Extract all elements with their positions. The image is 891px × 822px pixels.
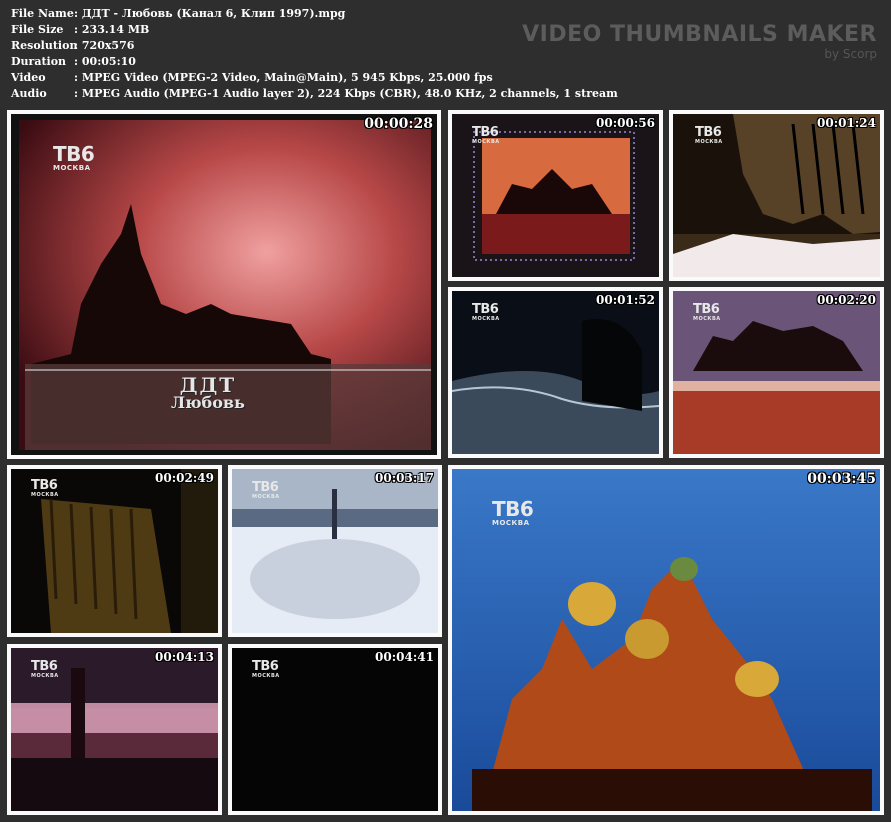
thumbnail-image: ТВ6 МОСКВА 00:01:52 xyxy=(452,291,659,454)
logo-main: ТВ6 xyxy=(472,302,499,317)
brand-watermark: VIDEO THUMBNAILS MAKER by Scorp xyxy=(522,22,877,61)
tv6-logo: ТВ6 МОСКВА xyxy=(31,660,59,679)
thumbnail-image: ТВ6 МОСКВА 00:03:45 xyxy=(452,469,880,811)
info-label: File Name xyxy=(11,7,74,20)
thumbnail-image: ТВ6 МОСКВА 00:04:13 xyxy=(11,648,218,811)
timestamp: 00:00:56 xyxy=(596,116,655,130)
thumbnail-image: ТВ6 МОСКВА 00:00:56 xyxy=(452,114,659,277)
thumbnail-image: ТВ6 МОСКВА 00:02:49 xyxy=(11,469,218,633)
logo-main: ТВ6 xyxy=(492,497,534,521)
logo-main: ТВ6 xyxy=(693,302,720,317)
tv6-logo: ТВ6 МОСКВА xyxy=(472,126,500,145)
timestamp: 00:01:24 xyxy=(817,116,876,130)
brand-subtitle: by Scorp xyxy=(824,47,877,61)
logo-main: ТВ6 xyxy=(31,659,58,674)
tv6-logo: ТВ6 МОСКВА xyxy=(31,479,59,498)
logo-sub: МОСКВА xyxy=(31,673,59,679)
info-label: File Size xyxy=(11,23,64,36)
logo-main: ТВ6 xyxy=(252,659,279,674)
thumbnail-image: ТВ6 МОСКВА 00:04:41 xyxy=(232,648,438,811)
info-value: ДДТ - Любовь (Канал 6, Клип 1997).mpg xyxy=(74,6,345,22)
info-label: Duration xyxy=(11,55,67,68)
timestamp: 00:04:41 xyxy=(375,650,434,664)
tv6-logo: ТВ6 МОСКВА xyxy=(53,142,95,172)
logo-sub: МОСКВА xyxy=(695,139,723,145)
info-label: Resolution xyxy=(11,39,78,52)
info-label: Audio xyxy=(11,87,47,100)
tv6-logo: ТВ6 МОСКВА xyxy=(695,126,723,145)
info-value: 00:05:10 xyxy=(74,54,136,70)
logo-sub: МОСКВА xyxy=(472,316,500,322)
thumbnail-image: ТВ6 МОСКВА 00:03:17 xyxy=(232,469,438,633)
tv6-logo: ТВ6 МОСКВА xyxy=(252,660,280,679)
logo-sub: МОСКВА xyxy=(53,164,91,172)
timestamp: 00:02:20 xyxy=(817,293,876,307)
logo-sub: МОСКВА xyxy=(252,673,280,679)
logo-main: ТВ6 xyxy=(472,125,499,140)
timestamp: 00:00:28 xyxy=(364,116,433,132)
thumbnail-6[interactable]: ТВ6 МОСКВА 00:02:49 xyxy=(7,465,222,637)
tv6-logo: ТВ6 МОСКВА xyxy=(492,497,534,527)
timestamp: 00:02:49 xyxy=(155,471,214,485)
thumbnail-9[interactable]: ТВ6 МОСКВА 00:04:13 xyxy=(7,644,222,815)
logo-sub: МОСКВА xyxy=(31,492,59,498)
brand-title: VIDEO THUMBNAILS MAKER xyxy=(522,22,877,47)
tv6-logo: ТВ6 МОСКВА xyxy=(693,303,721,322)
timestamp: 00:03:45 xyxy=(807,471,876,487)
logo-main: ТВ6 xyxy=(695,125,722,140)
logo-main: ТВ6 xyxy=(252,480,279,495)
timestamp: 00:03:17 xyxy=(375,471,434,485)
info-value: MPEG Video (MPEG-2 Video, Main@Main), 5 … xyxy=(74,70,493,86)
info-row-audio: Audio MPEG Audio (MPEG-1 Audio layer 2), … xyxy=(11,86,618,102)
timestamp: 00:01:52 xyxy=(596,293,655,307)
info-value: 233.14 MB xyxy=(74,22,149,38)
thumbnail-image: ТВ6 МОСКВА ДДТ Любовь 00:00:28 xyxy=(11,114,437,455)
caption-artist: ДДТ xyxy=(179,373,237,397)
thumbnail-3[interactable]: ТВ6 МОСКВА 00:01:24 xyxy=(669,110,884,281)
thumbnail-5[interactable]: ТВ6 МОСКВА 00:02:20 xyxy=(669,287,884,458)
caption-song: Любовь xyxy=(171,393,245,412)
logo-sub: МОСКВА xyxy=(252,494,280,500)
thumbnail-image: ТВ6 МОСКВА 00:01:24 xyxy=(673,114,880,277)
thumbnail-4[interactable]: ТВ6 МОСКВА 00:01:52 xyxy=(448,287,663,458)
info-label: Video xyxy=(11,71,46,84)
info-value: MPEG Audio (MPEG-1 Audio layer 2), 224 K… xyxy=(74,86,618,102)
info-value: 720x576 xyxy=(74,38,134,54)
thumbnail-7[interactable]: ТВ6 МОСКВА 00:03:17 xyxy=(228,465,442,637)
thumbnail-8[interactable]: ТВ6 МОСКВА 00:03:45 xyxy=(448,465,884,815)
tv6-logo: ТВ6 МОСКВА xyxy=(252,481,280,500)
thumbnail-10[interactable]: ТВ6 МОСКВА 00:04:41 xyxy=(228,644,442,815)
tv6-logo: ТВ6 МОСКВА xyxy=(472,303,500,322)
thumbnail-image: ТВ6 МОСКВА 00:02:20 xyxy=(673,291,880,454)
thumbnail-2[interactable]: ТВ6 МОСКВА 00:00:56 xyxy=(448,110,663,281)
logo-sub: МОСКВА xyxy=(492,519,530,527)
info-row-file-name: File NameДДТ - Любовь (Канал 6, Клип 199… xyxy=(11,6,618,22)
clip-caption: ДДТ Любовь xyxy=(171,373,245,412)
thumbnail-1[interactable]: ТВ6 МОСКВА ДДТ Любовь 00:00:28 xyxy=(7,110,441,459)
info-row-video: Video MPEG Video (MPEG-2 Video, Main@Main… xyxy=(11,70,618,86)
logo-sub: МОСКВА xyxy=(472,139,500,145)
timestamp: 00:04:13 xyxy=(155,650,214,664)
logo-sub: МОСКВА xyxy=(693,316,721,322)
logo-main: ТВ6 xyxy=(53,142,95,166)
logo-main: ТВ6 xyxy=(31,478,58,493)
